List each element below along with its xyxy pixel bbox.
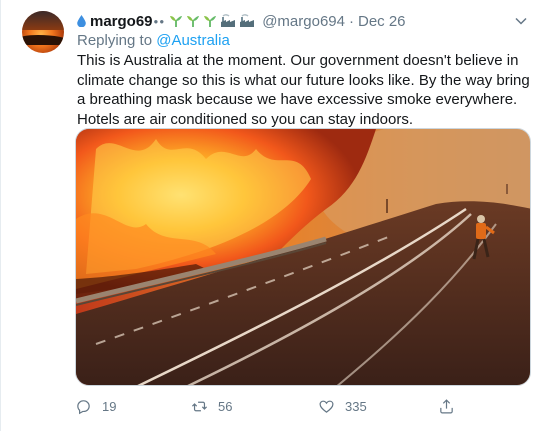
factory-icon	[221, 14, 236, 27]
seedling-icon	[204, 16, 217, 27]
reply-action[interactable]: 19	[75, 398, 116, 415]
seedling-icon	[187, 16, 200, 27]
display-name[interactable]: margo69	[90, 13, 153, 30]
tweet-actions: 19 56 335	[75, 398, 495, 420]
seedling-icon	[170, 16, 183, 27]
avatar-sky	[22, 11, 64, 30]
water-drop-icon	[77, 15, 86, 27]
tweet-header: margo69 ●● @margo694 · Dec 26	[77, 11, 406, 31]
share-action[interactable]	[438, 398, 465, 415]
replying-to: Replying to @Australia	[77, 32, 230, 49]
retweet-action[interactable]: 56	[191, 398, 232, 415]
timestamp[interactable]: Dec 26	[358, 13, 406, 30]
tweet-card[interactable]: margo69 ●● @margo694 · Dec 26 Replying t…	[0, 0, 548, 431]
replying-to-link[interactable]: @Australia	[156, 32, 230, 49]
reply-count: 19	[102, 399, 117, 414]
factory-icon	[240, 14, 255, 27]
chevron-down-icon[interactable]	[514, 14, 528, 28]
heart-icon	[319, 400, 334, 413]
retweet-count: 56	[218, 399, 233, 414]
avatar-ridge	[22, 35, 64, 45]
avatar[interactable]	[22, 11, 64, 53]
reply-icon	[77, 400, 90, 415]
retweet-icon	[191, 401, 208, 412]
separator: ·	[348, 12, 354, 30]
tweet-text: This is Australia at the moment. Our gov…	[77, 52, 530, 128]
tweet-photo[interactable]	[75, 128, 531, 386]
like-count: 335	[345, 399, 367, 414]
replying-to-label: Replying to	[77, 32, 153, 49]
handle[interactable]: @margo694	[262, 13, 345, 30]
like-action[interactable]: 335	[318, 398, 367, 415]
share-icon	[440, 399, 453, 414]
dots-icon: ●●	[153, 16, 166, 26]
bushfire-photo	[76, 129, 530, 385]
